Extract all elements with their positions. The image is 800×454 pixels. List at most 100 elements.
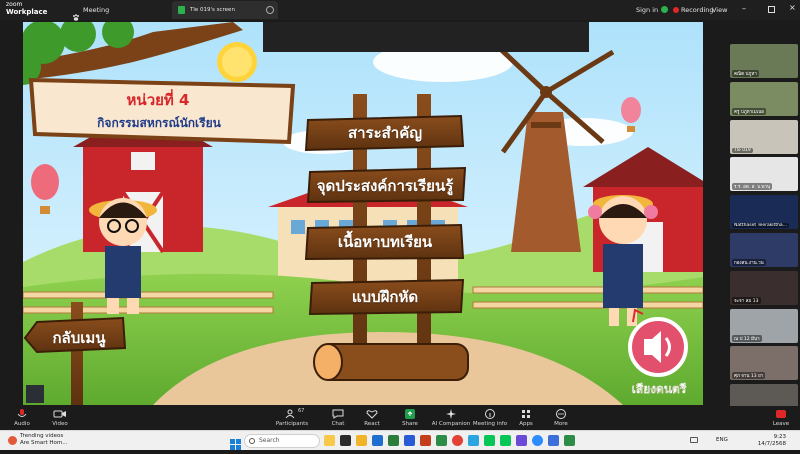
participant-strip: คณิต ปภูหาครู ปภูหาเมเนอ Tle 019 ร.ร. อด. …: [730, 44, 798, 419]
participant-tile[interactable]: ร.ร. อด. ส. บ.พานุ: [730, 157, 798, 192]
music-label: เสียงดนตรี: [631, 382, 687, 396]
task-view-icon[interactable]: [340, 435, 351, 446]
menu-learning-objectives-button[interactable]: จุดประสงค์การเรียนรู้: [305, 171, 465, 201]
meeting-info-button[interactable]: Meeting info: [470, 409, 510, 427]
news-widget-title: Trending videos: [20, 433, 64, 439]
taskbar-app-icon[interactable]: [324, 435, 335, 446]
share-label: Share: [402, 421, 418, 427]
heart-icon: [366, 410, 378, 419]
share-arrow-icon: [405, 409, 415, 419]
info-icon: [485, 409, 495, 419]
menu-exercises-button[interactable]: แบบฝึกหัด: [305, 282, 465, 312]
unit-subtitle: กิจกรรมสหกรณ์นักเรียน: [97, 116, 221, 130]
chat-icon: [332, 409, 344, 419]
telegram-icon[interactable]: [468, 435, 479, 446]
video-camera-icon: [53, 410, 66, 418]
video-button[interactable]: Video: [40, 409, 80, 427]
sun-icon: [217, 42, 257, 82]
audio-button[interactable]: Audio: [2, 409, 42, 427]
zoom-workplace-logo: zoom Workplace: [6, 2, 47, 17]
excel-file-icon[interactable]: [436, 435, 447, 446]
participants-icon: [285, 409, 295, 419]
clock-date: 14/7/2568: [757, 441, 786, 447]
file-explorer-icon[interactable]: [356, 435, 367, 446]
menu-key-concepts-button[interactable]: สาระสำคัญ: [305, 118, 465, 148]
word-doc-icon[interactable]: [548, 435, 559, 446]
zoom-brand-product: Workplace: [6, 8, 48, 16]
microphone-icon: [17, 409, 27, 417]
chrome-icon[interactable]: [452, 435, 463, 446]
taskbar-search-box[interactable]: Search: [244, 434, 320, 448]
participants-label: Participants: [275, 421, 309, 427]
music-toggle-button[interactable]: [630, 319, 686, 375]
apps-label: Apps: [519, 421, 533, 427]
news-widget[interactable]: Trending videos Are Smart Hom...: [20, 433, 68, 447]
apps-button[interactable]: Apps: [506, 409, 546, 427]
wifi-icon[interactable]: [690, 437, 698, 443]
chat-label: Chat: [331, 421, 345, 427]
paw-icon: [72, 6, 80, 21]
react-button[interactable]: React: [352, 409, 392, 427]
teams-icon[interactable]: [516, 435, 527, 446]
participant-tile[interactable]: ศุภ จาน 13 ยา: [730, 346, 798, 381]
log: [313, 343, 469, 381]
menu-lesson-content-button[interactable]: เนื้อหาบทเรียน: [305, 227, 465, 257]
participant-tile[interactable]: คณิต ปภูหา: [730, 44, 798, 78]
powerpoint-icon[interactable]: [420, 435, 431, 446]
participant-name: Natthaset Teerakittha...: [732, 223, 789, 229]
meeting-label[interactable]: Meeting: [83, 6, 109, 14]
windows-start-icon[interactable]: [230, 435, 241, 450]
meeting-toolbar: Audio Video Participants 67 Chat React S…: [0, 406, 800, 430]
news-widget-icon[interactable]: [8, 436, 17, 445]
line-app-icon[interactable]: [500, 435, 511, 446]
share-toolbar-banner: [263, 22, 589, 52]
recording-icon: [673, 7, 679, 13]
zoom-top-bar: zoom Workplace Meeting Tle 019's screen …: [0, 0, 800, 21]
participants-count: 67: [298, 408, 305, 414]
screen-share-tab[interactable]: Tle 019's screen: [172, 1, 278, 19]
language-indicator[interactable]: ENG: [716, 437, 728, 443]
zoom-taskbar-icon[interactable]: [532, 435, 543, 446]
close-window-icon[interactable]: ×: [789, 3, 796, 12]
participant-tile[interactable]: ณ ป 12 มีนา: [730, 308, 798, 343]
more-button[interactable]: More: [541, 409, 581, 427]
clock-time: 9:23: [773, 434, 786, 440]
recording-label[interactable]: Recording: [681, 6, 714, 14]
back-to-menu-button[interactable]: กลับเมนู: [36, 327, 122, 349]
participants-button[interactable]: Participants: [272, 409, 312, 427]
shield-check-icon: [661, 6, 668, 13]
system-clock[interactable]: 9:23 14/7/2568: [752, 434, 786, 448]
participant-name: ณ ป 12 มีนา: [732, 334, 762, 342]
maximize-window-icon[interactable]: [768, 6, 775, 13]
participant-tile[interactable]: ครู ปภูหาเมเนอ: [730, 81, 798, 116]
participant-tile[interactable]: กองสน.งาน.วน: [730, 233, 798, 267]
minimize-window-icon[interactable]: –: [742, 4, 746, 13]
participant-name: ศุภ จาน 13 ยา: [732, 372, 766, 380]
participant-name: ร.ร. อด. ส. บ.พานุ: [732, 183, 773, 191]
game-background: [23, 22, 703, 405]
video-label: Video: [52, 421, 68, 427]
participant-tile[interactable]: Natthaset Teerakittha...: [730, 195, 798, 230]
leave-button[interactable]: Leave: [766, 409, 796, 427]
unit-title: หน่วยที่ 4: [126, 91, 190, 109]
share-button[interactable]: Share: [390, 409, 430, 427]
participant-tile[interactable]: จะจา ลม 13: [730, 270, 798, 305]
sheets-icon[interactable]: [564, 435, 575, 446]
search-icon: [249, 438, 255, 444]
apps-grid-icon: [522, 410, 530, 418]
edge-icon[interactable]: [372, 435, 383, 446]
excel-icon[interactable]: [388, 435, 399, 446]
view-button[interactable]: View: [712, 6, 727, 14]
more-label: More: [554, 421, 568, 427]
word-icon[interactable]: [404, 435, 415, 446]
sign-in-link[interactable]: Sign in: [636, 6, 658, 14]
participant-name: จะจา ลม 13: [732, 296, 761, 304]
line-icon[interactable]: [484, 435, 495, 446]
leave-icon: [776, 410, 786, 418]
participant-name: คณิต ปภูหา: [732, 70, 759, 77]
tab-options-icon[interactable]: [266, 6, 274, 14]
participant-tile[interactable]: Tle 019: [730, 119, 798, 154]
ai-companion-button[interactable]: AI Companion: [430, 409, 472, 427]
news-widget-subtitle: Are Smart Hom...: [20, 440, 68, 446]
leave-label: Leave: [772, 421, 790, 427]
